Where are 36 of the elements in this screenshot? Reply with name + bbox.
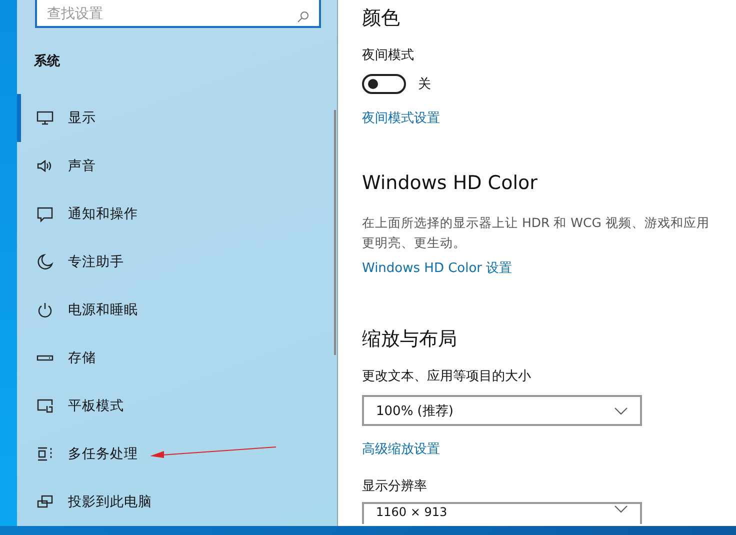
dropdown[interactable]: 1160 × 913 (362, 502, 642, 524)
settings-link[interactable]: 高级缩放设置 (362, 440, 736, 458)
multitask-icon (36, 445, 54, 463)
scrollbar[interactable] (334, 110, 336, 355)
search-field[interactable]: 查找设置 (35, 0, 321, 28)
toggle-switch[interactable] (362, 74, 406, 94)
power-icon (36, 301, 54, 319)
toggle-state: 关 (418, 76, 431, 93)
moon-icon (36, 253, 54, 271)
speaker-icon (36, 157, 54, 175)
nav-item[interactable]: 电源和睡眠 (17, 286, 337, 334)
settings-link[interactable]: 夜间模式设置 (362, 109, 736, 127)
nav-item[interactable]: 存储 (17, 334, 337, 382)
nav-item[interactable]: 通知和操作 (17, 190, 337, 238)
chevron-icon (614, 406, 628, 414)
chevron-icon (614, 505, 628, 513)
section-heading: 颜色 (362, 6, 401, 30)
settings-link[interactable]: Windows HD Color 设置 (362, 259, 736, 277)
nav-item[interactable]: 多任务处理 (17, 430, 337, 478)
setting-label: 更改文本、应用等项目的大小 (362, 368, 532, 386)
monitor-icon (36, 109, 54, 127)
description-text: 更明亮、更生动。 (362, 234, 467, 252)
tablet-icon (36, 397, 54, 415)
setting-label: 显示分辨率 (362, 478, 428, 496)
section-heading: 系统 (34, 52, 60, 70)
setting-label: 夜间模式 (362, 47, 415, 65)
nav-item[interactable]: 投影到此电脑 (17, 478, 337, 526)
nav-item[interactable]: 专注助手 (17, 238, 337, 286)
search-icon (297, 11, 309, 23)
section-heading: 缩放与布局 (362, 327, 458, 351)
nav-item[interactable]: 声音 (17, 142, 337, 190)
description-text: 在上面所选择的显示器上让 HDR 和 WCG 视频、游戏和应用 (362, 214, 710, 232)
dropdown[interactable]: 100% (推荐) (362, 395, 642, 426)
nav-item[interactable]: 平板模式 (17, 382, 337, 430)
section-heading: Windows HD Color (362, 171, 538, 195)
speech-bubble-icon (36, 205, 54, 223)
